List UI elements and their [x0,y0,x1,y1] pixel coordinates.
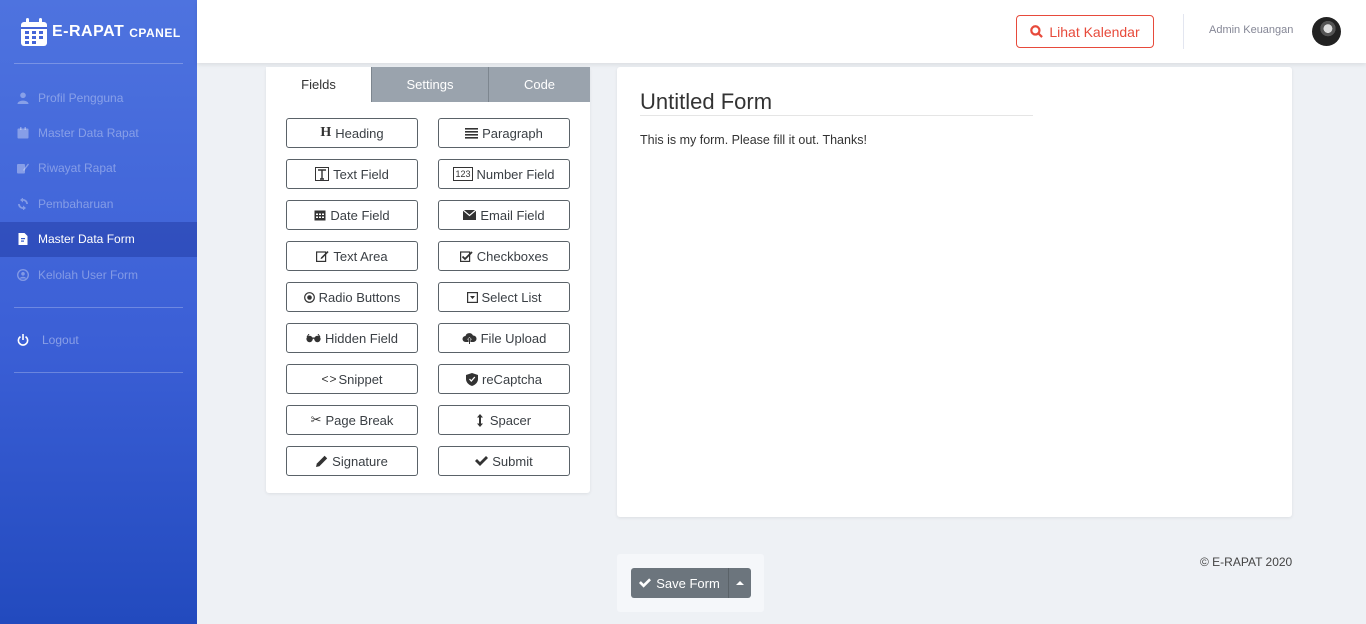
calendar-icon [16,126,30,140]
check-icon [475,456,489,466]
sidebar-divider [14,372,183,374]
form-preview-panel: Untitled Form This is my form. Please fi… [617,67,1292,517]
brand[interactable]: E-RAPAT CPANEL [0,0,197,63]
number-icon: 123 [453,167,473,181]
user-circle-icon [16,268,30,282]
checkboxes-button[interactable]: Checkboxes [438,241,570,271]
date-field-button[interactable]: Date Field [286,200,418,230]
heading-button[interactable]: H Heading [286,118,418,148]
refresh-icon [16,197,30,211]
edit-icon [316,250,329,262]
hidden-field-button[interactable]: Hidden Field [286,323,418,353]
select-list-button[interactable]: Select List [438,282,570,312]
sidebar-item-label: Kelolah User Form [38,267,139,282]
paragraph-icon [465,127,479,139]
sidebar-item-pembaharuan[interactable]: Pembaharuan [0,186,197,221]
footer-copyright: © E-RAPAT 2020 [1200,555,1293,569]
sidebar-item-label: Master Data Form [38,232,135,247]
submit-button[interactable]: Submit [438,446,570,476]
resize-vertical-icon [476,413,483,427]
shield-icon [466,372,478,386]
pencil-icon [316,455,328,467]
form-description[interactable]: This is my form. Please fill it out. Tha… [640,133,867,147]
scissors-icon: ✂ [310,412,322,427]
power-icon [16,333,30,347]
radio-buttons-button[interactable]: Radio Buttons [286,282,418,312]
save-options-toggle[interactable] [728,568,751,598]
heading-icon: H [320,125,332,140]
tab-fields[interactable]: Fields [266,67,371,102]
spacer-button[interactable]: Spacer [438,405,570,435]
sidebar-item-label: Pembaharuan [38,196,114,211]
glasses-icon [306,333,321,343]
brand-sub: CPANEL [129,25,181,40]
file-icon [16,232,30,246]
radio-icon [303,291,315,303]
recaptcha-button[interactable]: reCaptcha [438,364,570,394]
lihat-kalendar-button[interactable]: Lihat Kalendar [1016,15,1154,48]
sidebar-item-label: Profil Pengguna [38,90,124,105]
sidebar: E-RAPAT CPANEL Profil Pengguna Master Da… [0,0,197,624]
sidebar-item-kelolah-user-form[interactable]: Kelolah User Form [0,257,197,292]
code-icon: <> [321,372,338,386]
save-form-label: Save Form [656,575,720,591]
search-icon [1030,25,1044,38]
signature-button[interactable]: Signature [286,446,418,476]
topbar: Lihat Kalendar Admin Keuangan [197,0,1366,63]
sidebar-item-master-data-form[interactable]: Master Data Form [0,221,197,257]
select-icon [466,291,478,303]
checkbox-icon [459,250,473,262]
user-icon [16,91,30,105]
user-name[interactable]: Admin Keuangan [1209,24,1293,36]
cloud-upload-icon [462,332,477,344]
logout-label: Logout [42,333,79,348]
calendar-logo-icon [21,17,47,46]
builder-panel: Fields Settings Code H Heading Paragraph … [266,67,590,493]
caret-up-icon [736,581,744,585]
field-button-grid: H Heading Paragraph Text Field 123 Number … [286,118,570,476]
save-form-button[interactable]: Save Form [631,568,728,598]
tab-settings[interactable]: Settings [371,67,488,102]
lihat-kalendar-label: Lihat Kalendar [1049,23,1140,40]
logout-item[interactable]: Logout [0,308,197,372]
sidebar-item-label: Master Data Rapat [38,126,139,141]
calendar-icon [314,209,326,221]
snippet-button[interactable]: <> Snippet [286,364,418,394]
sidebar-item-label: Riwayat Rapat [38,161,117,176]
paragraph-button[interactable]: Paragraph [438,118,570,148]
page-break-button[interactable]: ✂ Page Break [286,405,418,435]
sidebar-item-master-data-rapat[interactable]: Master Data Rapat [0,115,197,150]
envelope-icon [463,210,477,220]
text-field-icon [315,167,330,181]
tab-code[interactable]: Code [488,67,590,102]
file-upload-button[interactable]: File Upload [438,323,570,353]
save-area: Save Form [617,554,764,612]
avatar[interactable] [1312,17,1341,46]
text-area-button[interactable]: Text Area [286,241,418,271]
email-field-button[interactable]: Email Field [438,200,570,230]
brand-name: E-RAPAT [52,22,125,40]
check-icon [639,576,652,591]
sidebar-item-profil-pengguna[interactable]: Profil Pengguna [0,80,197,115]
text-field-button[interactable]: Text Field [286,159,418,189]
number-field-button[interactable]: 123 Number Field [438,159,570,189]
form-title[interactable]: Untitled Form [640,89,1033,116]
sidebar-nav: Profil Pengguna Master Data Rapat Riwaya… [0,64,197,292]
edit-icon [16,161,30,175]
builder-tabs: Fields Settings Code [266,67,590,102]
topbar-divider [1183,14,1184,49]
sidebar-item-riwayat-rapat[interactable]: Riwayat Rapat [0,151,197,186]
